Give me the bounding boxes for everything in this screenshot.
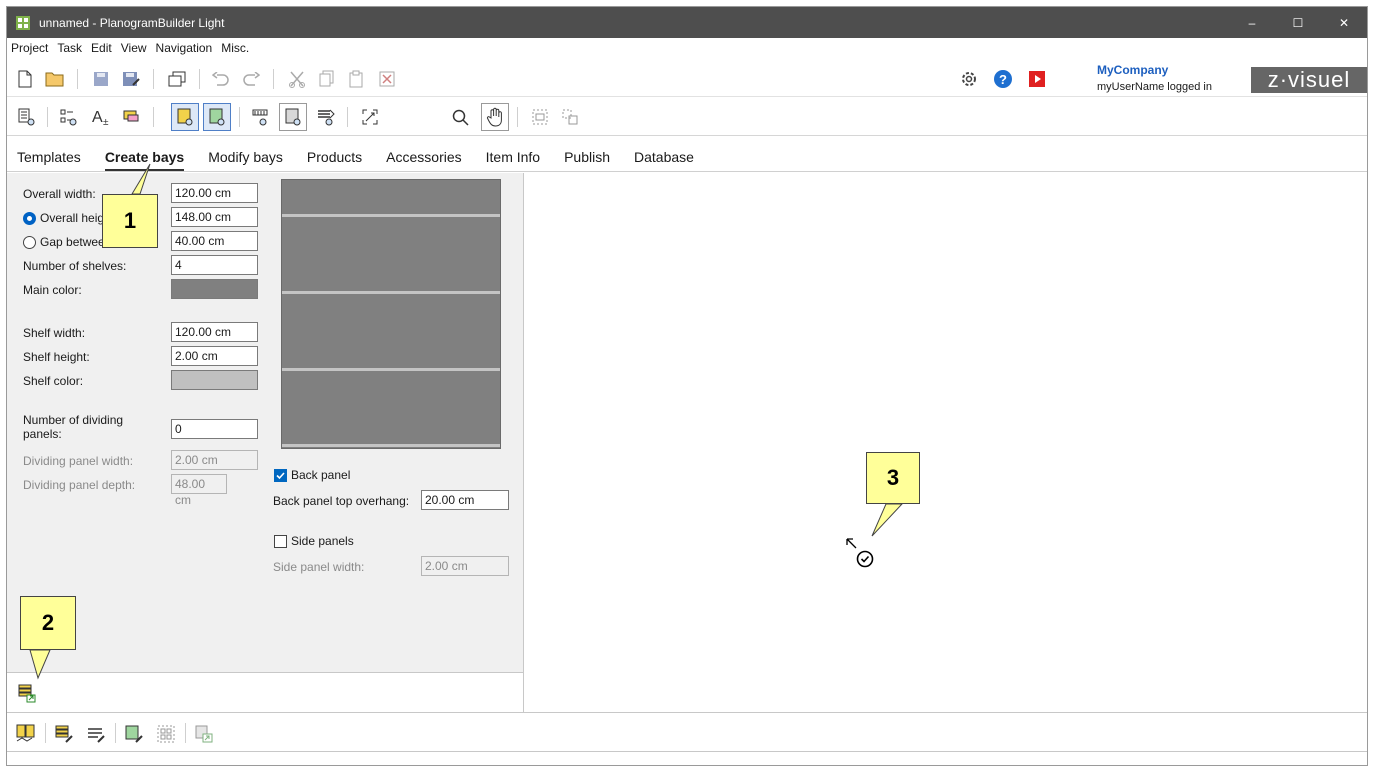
callout-3-box: 3 <box>866 452 920 504</box>
callout-2-box: 2 <box>20 596 76 650</box>
callout-pointers <box>29 163 904 680</box>
callout-1-box: 1 <box>102 194 158 248</box>
